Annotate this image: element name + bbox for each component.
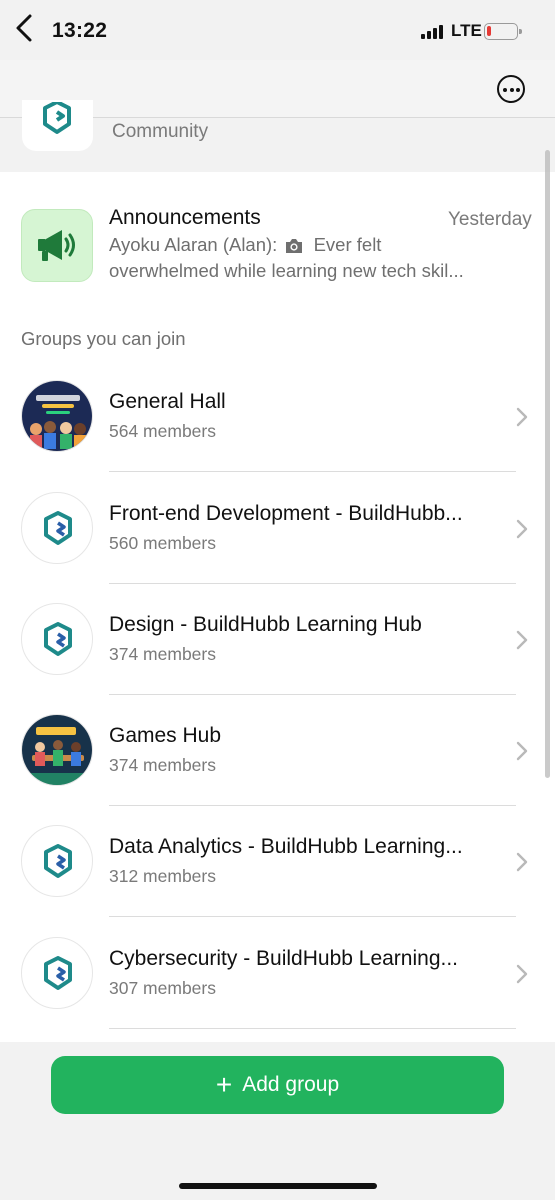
group-name: Games Hub — [109, 724, 222, 747]
back-button[interactable] — [10, 10, 42, 46]
group-name: Cybersecurity - BuildHubb Learning... — [109, 947, 459, 970]
group-avatar-logo — [21, 825, 93, 897]
group-row[interactable]: Data Analytics - BuildHubb Learning... 3… — [0, 815, 555, 926]
chevron-right-icon — [516, 630, 528, 650]
plus-icon: + — [215, 1069, 233, 1100]
group-members: 560 members — [109, 533, 216, 553]
bottom-bar: + Add group — [0, 1042, 555, 1200]
chevron-right-icon — [516, 741, 528, 761]
chevron-left-icon — [16, 14, 32, 42]
group-avatar-photo — [21, 380, 93, 452]
home-indicator[interactable] — [179, 1183, 377, 1189]
group-row[interactable]: Cybersecurity - BuildHubb Learning... 30… — [0, 927, 555, 1038]
row-divider — [109, 1028, 516, 1029]
row-divider — [109, 583, 516, 584]
group-members: 564 members — [109, 421, 216, 441]
announcements-preview-start: Ever felt — [313, 234, 382, 255]
megaphone-icon — [38, 230, 75, 261]
chevron-right-icon — [516, 407, 528, 427]
group-members: 374 members — [109, 644, 216, 664]
announcements-time: Yesterday — [448, 209, 532, 230]
row-divider — [109, 805, 516, 806]
group-members: 307 members — [109, 978, 216, 998]
community-logo — [22, 100, 93, 151]
buildhubb-logo-icon — [44, 511, 72, 545]
buildhubb-logo-icon — [44, 622, 72, 656]
status-bar: 13:22 LTE — [0, 0, 555, 60]
chevron-right-icon — [516, 852, 528, 872]
group-name: General Hall — [109, 390, 226, 413]
battery-icon — [484, 23, 522, 40]
header-area: 13:22 LTE Community — [0, 0, 555, 172]
camera-icon — [284, 237, 304, 259]
announcements-preview-line2: overwhelmed while learning new tech skil… — [109, 260, 464, 281]
announcements-preview-line1: Ayoku Alaran (Alan): Ever felt — [109, 234, 381, 259]
group-row[interactable]: Design - BuildHubb Learning Hub 374 memb… — [0, 593, 555, 704]
group-avatar-logo — [21, 603, 93, 675]
groups-section-title: Groups you can join — [21, 328, 186, 349]
group-row[interactable]: Front-end Development - BuildHubb... 560… — [0, 482, 555, 593]
group-name: Front-end Development - BuildHubb... — [109, 502, 463, 525]
group-name: Design - BuildHubb Learning Hub — [109, 613, 422, 636]
buildhubb-logo-icon — [44, 956, 72, 990]
group-name: Data Analytics - BuildHubb Learning... — [109, 835, 463, 858]
row-divider — [109, 916, 516, 917]
community-label: Community — [112, 121, 209, 142]
announcements-sender: Ayoku Alaran (Alan): — [109, 234, 278, 255]
more-options-button[interactable] — [497, 75, 525, 103]
group-avatar-logo — [21, 492, 93, 564]
buildhubb-logo-icon — [44, 844, 72, 878]
chevron-right-icon — [516, 964, 528, 984]
signal-icon — [421, 25, 447, 39]
row-divider — [109, 694, 516, 695]
scrollbar[interactable] — [545, 150, 550, 778]
buildhubb-logo-icon — [43, 102, 71, 134]
chevron-right-icon — [516, 519, 528, 539]
add-group-button[interactable]: + Add group — [51, 1056, 504, 1114]
group-members: 374 members — [109, 755, 216, 775]
status-time: 13:22 — [52, 19, 108, 42]
announcements-avatar[interactable] — [21, 209, 93, 282]
row-divider — [109, 471, 516, 472]
group-members: 312 members — [109, 866, 216, 886]
announcements-title[interactable]: Announcements — [109, 206, 261, 230]
group-avatar-logo — [21, 937, 93, 1009]
group-row[interactable]: Games Hub 374 members — [0, 704, 555, 815]
network-label: LTE — [451, 21, 482, 40]
group-avatar-photo — [21, 714, 93, 786]
add-group-label: Add group — [242, 1073, 340, 1096]
group-row[interactable]: General Hall 564 members — [0, 370, 555, 481]
